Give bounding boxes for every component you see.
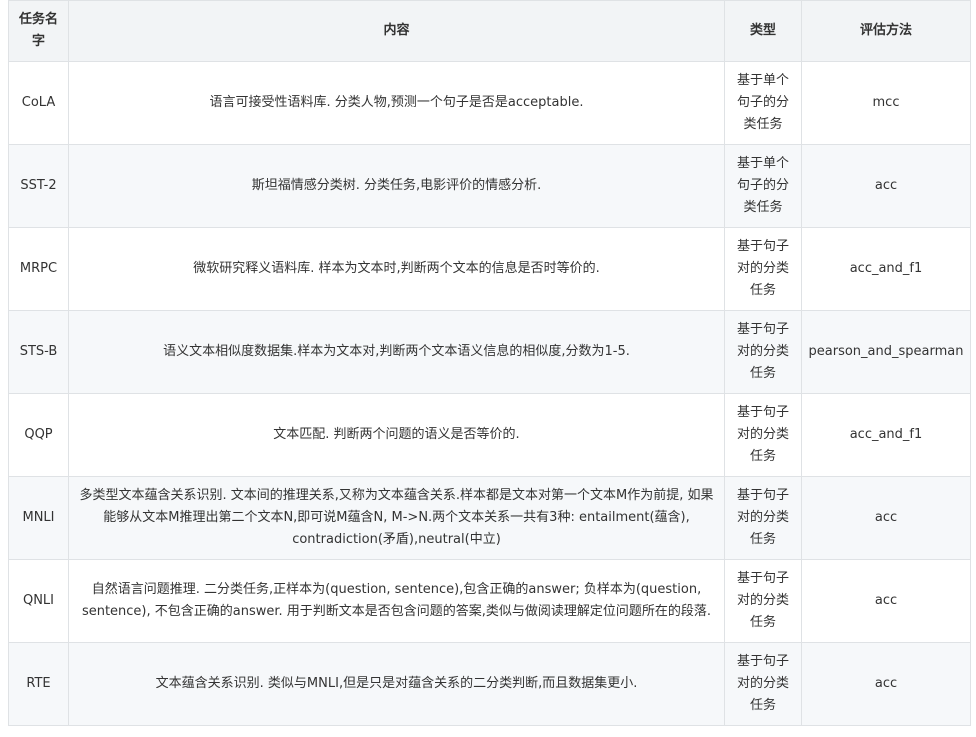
header-content: 内容 (68, 0, 725, 62)
cell-content: 文本蕴含关系识别. 类似与MNLI,但是只是对蕴含关系的二分类判断,而且数据集更… (68, 642, 725, 726)
cell-metric: acc (801, 642, 971, 726)
cell-type: 基于句子对的分类任务 (724, 559, 802, 643)
cell-metric: acc_and_f1 (801, 227, 971, 311)
header-metric: 评估方法 (801, 0, 971, 62)
cell-task-name: RTE (8, 642, 69, 726)
cell-task-name: STS-B (8, 310, 69, 394)
cell-metric: acc (801, 559, 971, 643)
cell-task-name: CoLA (8, 61, 69, 145)
cell-type: 基于句子对的分类任务 (724, 642, 802, 726)
table-row: SST-2 斯坦福情感分类树. 分类任务,电影评价的情感分析. 基于单个句子的分… (8, 144, 971, 228)
cell-task-name: QNLI (8, 559, 69, 643)
cell-type: 基于句子对的分类任务 (724, 310, 802, 394)
cell-type: 基于单个句子的分类任务 (724, 144, 802, 228)
header-task-name: 任务名字 (8, 0, 69, 62)
cell-metric: mcc (801, 61, 971, 145)
cell-metric: acc (801, 144, 971, 228)
cell-content: 文本匹配. 判断两个问题的语义是否等价的. (68, 393, 725, 477)
table-row: MRPC 微软研究释义语料库. 样本为文本时,判断两个文本的信息是否时等价的. … (8, 227, 971, 311)
cell-content: 语言可接受性语料库. 分类人物,预测一个句子是否是acceptable. (68, 61, 725, 145)
cell-content: 多类型文本蕴含关系识别. 文本间的推理关系,又称为文本蕴含关系.样本都是文本对第… (68, 476, 725, 560)
cell-content: 微软研究释义语料库. 样本为文本时,判断两个文本的信息是否时等价的. (68, 227, 725, 311)
table-row: STS-B 语义文本相似度数据集.样本为文本对,判断两个文本语义信息的相似度,分… (8, 310, 971, 394)
table-body: CoLA 语言可接受性语料库. 分类人物,预测一个句子是否是acceptable… (8, 61, 971, 726)
cell-task-name: QQP (8, 393, 69, 477)
table-row: MNLI 多类型文本蕴含关系识别. 文本间的推理关系,又称为文本蕴含关系.样本都… (8, 476, 971, 560)
cell-type: 基于句子对的分类任务 (724, 393, 802, 477)
table-row: QQP 文本匹配. 判断两个问题的语义是否等价的. 基于句子对的分类任务 acc… (8, 393, 971, 477)
table-header: 任务名字 内容 类型 评估方法 (8, 0, 971, 62)
cell-type: 基于句子对的分类任务 (724, 476, 802, 560)
cell-content: 语义文本相似度数据集.样本为文本对,判断两个文本语义信息的相似度,分数为1-5. (68, 310, 725, 394)
header-type: 类型 (724, 0, 802, 62)
header-row: 任务名字 内容 类型 评估方法 (8, 0, 971, 62)
cell-metric: acc (801, 476, 971, 560)
cell-type: 基于句子对的分类任务 (724, 227, 802, 311)
cell-task-name: MNLI (8, 476, 69, 560)
cell-task-name: MRPC (8, 227, 69, 311)
glue-task-table: 任务名字 内容 类型 评估方法 CoLA 语言可接受性语料库. 分类人物,预测一… (8, 0, 971, 726)
cell-task-name: SST-2 (8, 144, 69, 228)
cell-content: 自然语言问题推理. 二分类任务,正样本为(question, sentence)… (68, 559, 725, 643)
table-row: CoLA 语言可接受性语料库. 分类人物,预测一个句子是否是acceptable… (8, 61, 971, 145)
table-row: QNLI 自然语言问题推理. 二分类任务,正样本为(question, sent… (8, 559, 971, 643)
cell-content: 斯坦福情感分类树. 分类任务,电影评价的情感分析. (68, 144, 725, 228)
cell-metric: acc_and_f1 (801, 393, 971, 477)
cell-metric: pearson_and_spearman (801, 310, 971, 394)
table-row: RTE 文本蕴含关系识别. 类似与MNLI,但是只是对蕴含关系的二分类判断,而且… (8, 642, 971, 726)
cell-type: 基于单个句子的分类任务 (724, 61, 802, 145)
